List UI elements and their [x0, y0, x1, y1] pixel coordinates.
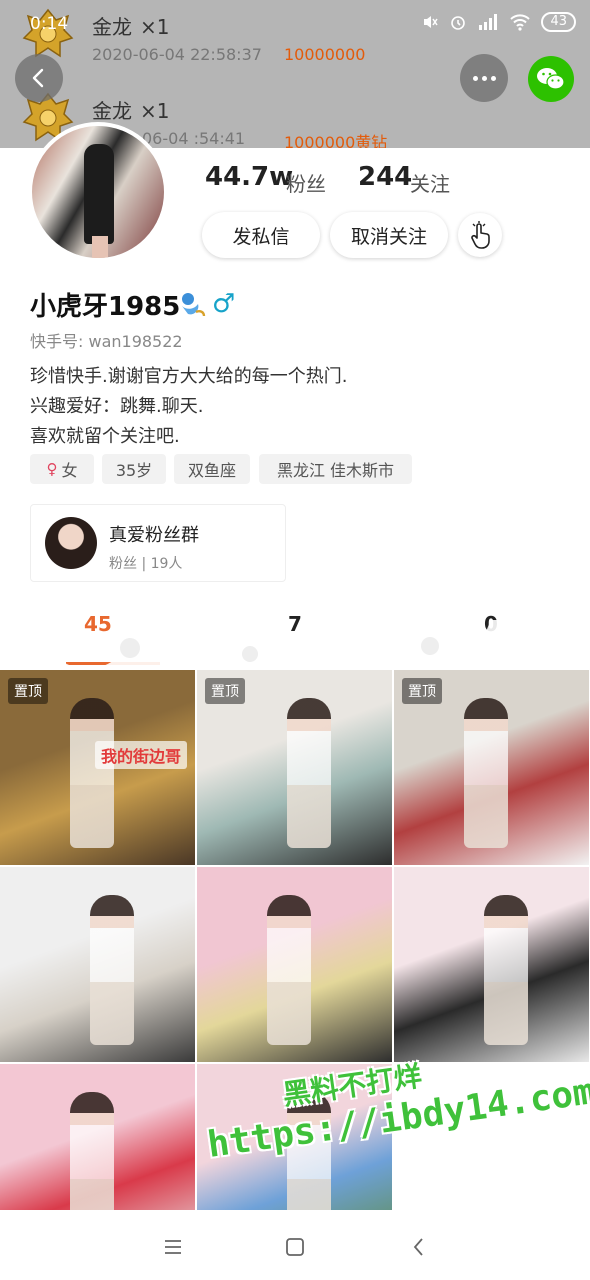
- alarm-icon: [451, 16, 466, 30]
- home-button[interactable]: [280, 1232, 310, 1262]
- battery-indicator: 43: [541, 12, 576, 32]
- thumbnail-figure: [464, 698, 508, 848]
- wifi-icon: [510, 14, 531, 31]
- bio-line: 兴趣爱好：跳舞.聊天.: [30, 396, 204, 417]
- profile-screen: 0:14 43 金龙 ×1 2020-06-04 22:58:37 1000000…: [0, 0, 590, 1280]
- kwai-id: 快手号: wan198522: [30, 332, 183, 351]
- video-caption-overlay: 我的街边哥: [95, 741, 188, 769]
- chevron-left-icon: [32, 68, 44, 88]
- menu-button[interactable]: [158, 1232, 188, 1262]
- system-back-button[interactable]: [404, 1232, 434, 1262]
- video-thumbnail[interactable]: [0, 867, 195, 1062]
- tap-hand-icon: [471, 221, 490, 249]
- home-square-icon: [286, 1238, 304, 1256]
- active-tab-indicator: [66, 662, 160, 665]
- thumbnail-figure: [484, 895, 528, 1045]
- gift-amount: 10000000: [284, 45, 366, 64]
- fan-group-avatar: [45, 517, 97, 569]
- pinned-badge: 置顶: [8, 678, 48, 704]
- tab-works[interactable]: 45: [84, 612, 112, 636]
- followers-count[interactable]: 44.7w: [205, 162, 293, 192]
- gift-name: 金龙 ×1: [92, 15, 170, 39]
- more-dots-icon: [472, 75, 478, 81]
- genie-emoji-icon: [182, 293, 206, 317]
- fan-group-card[interactable]: 真爱粉丝群 粉丝 | 19人: [30, 504, 286, 582]
- tab-likes[interactable]: 0: [484, 612, 498, 636]
- pinned-badge: 置顶: [205, 678, 245, 704]
- video-thumbnail[interactable]: [394, 867, 589, 1062]
- system-navigation-bar: [0, 1210, 590, 1280]
- location-tag: 黑龙江 佳木斯市: [259, 454, 412, 484]
- status-time: 0:14: [30, 14, 69, 34]
- mute-icon: [424, 16, 439, 28]
- female-icon: ♀: [46, 460, 58, 478]
- video-thumbnail[interactable]: [197, 867, 392, 1062]
- pinned-badge: 置顶: [402, 678, 442, 704]
- male-gender-icon: ♂: [212, 289, 236, 319]
- more-options-button[interactable]: [460, 54, 508, 102]
- wechat-share-button[interactable]: [528, 56, 574, 102]
- bio-line: 喜欢就留个关注吧.: [30, 426, 180, 447]
- bio-line: 珍惜快手.谢谢官方大大给的每一个热门.: [30, 366, 348, 387]
- chevron-left-icon: [413, 1238, 423, 1256]
- tab-moments[interactable]: 7: [288, 612, 302, 636]
- status-icons: 43: [421, 12, 576, 32]
- video-thumbnail[interactable]: 置顶: [197, 670, 392, 865]
- fan-group-subtitle: 粉丝 | 19人: [109, 556, 183, 572]
- wechat-icon: [537, 68, 565, 90]
- avatar[interactable]: [28, 122, 168, 262]
- constellation-tag: 双鱼座: [174, 454, 250, 484]
- signal-icon: [479, 14, 498, 30]
- thumbnail-figure: [267, 895, 311, 1045]
- menu-icon: [165, 1240, 181, 1254]
- send-message-button[interactable]: 发私信: [202, 212, 320, 258]
- gift-time: 2020-06-04 22:58:37: [92, 45, 262, 64]
- following-label: 关注: [410, 172, 450, 196]
- tap-gesture-button[interactable]: [458, 213, 502, 257]
- gift-time: 06-04 :54:41: [142, 129, 246, 148]
- video-thumbnail[interactable]: 置顶: [394, 670, 589, 865]
- fan-group-title: 真爱粉丝群: [109, 525, 199, 546]
- followers-label: 粉丝: [286, 172, 326, 196]
- age-tag: 35岁: [102, 454, 166, 484]
- back-button[interactable]: [15, 54, 63, 102]
- thumbnail-figure: [70, 698, 114, 848]
- profile-name: 小虎牙1985: [30, 292, 181, 322]
- unfollow-button[interactable]: 取消关注: [330, 212, 448, 258]
- thumbnail-figure: [90, 895, 134, 1045]
- thumbnail-figure: [287, 698, 331, 848]
- following-count[interactable]: 244: [358, 162, 412, 192]
- gender-tag: ♀ 女: [30, 454, 94, 484]
- gift-name: 金龙 ×1: [92, 99, 170, 123]
